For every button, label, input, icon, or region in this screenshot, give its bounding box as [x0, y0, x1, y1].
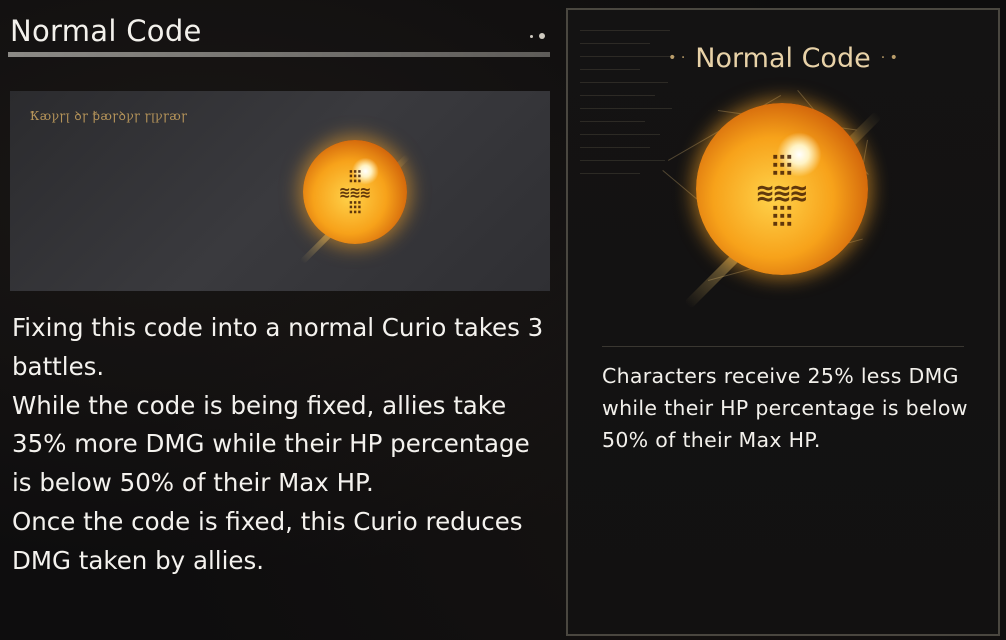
orb-glyphs: ⫶⫶⫶ ≋≋≋ ⫶⫶⫶	[340, 169, 371, 219]
description-paragraph: Fixing this code into a normal Curio tak…	[12, 313, 544, 381]
curio-description: Fixing this code into a normal Curio tak…	[12, 309, 552, 581]
curio-preview-image: Ꝁꜵꝩꞅꞁ ꝺꞅ ꝥꜵꞅꝺꝩꞅ ꞅꞁꝩꞅꜵꞅ ⫶⫶⫶ ≋≋≋ ⫶⫶⫶	[10, 91, 550, 291]
curio-orb-icon: ⫶⫶⫶ ≋≋≋ ⫶⫶⫶	[696, 103, 868, 275]
description-paragraph: While the code is being fixed, allies ta…	[12, 390, 530, 498]
description-paragraph: Once the code is fixed, this Curio reduc…	[12, 506, 523, 575]
card-description: Characters receive 25% less DMG while th…	[602, 364, 968, 452]
orb-glyph-row: ⫶⫶⫶	[771, 201, 793, 235]
curio-card: • · Normal Code · • ⫶⫶⫶ ≋≋≋ ⫶⫶⫶ Characte…	[566, 8, 1000, 636]
card-title-row: • · Normal Code · •	[658, 40, 908, 76]
card-divider	[602, 346, 964, 347]
curio-detail-screen: Normal Code Ꝁꜵꝩꞅꞁ ꝺꞅ ꝥꜵꞅꝺꝩꞅ ꞅꞁꝩꞅꜵꞅ ⫶⫶⫶ ≋…	[0, 0, 1006, 640]
page-title: Normal Code	[10, 14, 202, 48]
orb-glyph-row: ⫶⫶⫶	[348, 198, 362, 219]
title-underline	[8, 52, 550, 57]
preview-cipher-text: Ꝁꜵꝩꞅꞁ ꝺꞅ ꝥꜵꞅꝺꝩꞅ ꞅꞁꝩꞅꜵꞅ	[30, 109, 188, 123]
title-deco-left: • ·	[668, 50, 686, 66]
orb-glyphs: ⫶⫶⫶ ≋≋≋ ⫶⫶⫶	[757, 153, 808, 235]
curio-orb-icon: ⫶⫶⫶ ≋≋≋ ⫶⫶⫶	[303, 140, 407, 244]
title-dots-icon	[524, 30, 554, 40]
card-title: Normal Code	[695, 42, 871, 74]
title-deco-right: · •	[880, 50, 898, 66]
